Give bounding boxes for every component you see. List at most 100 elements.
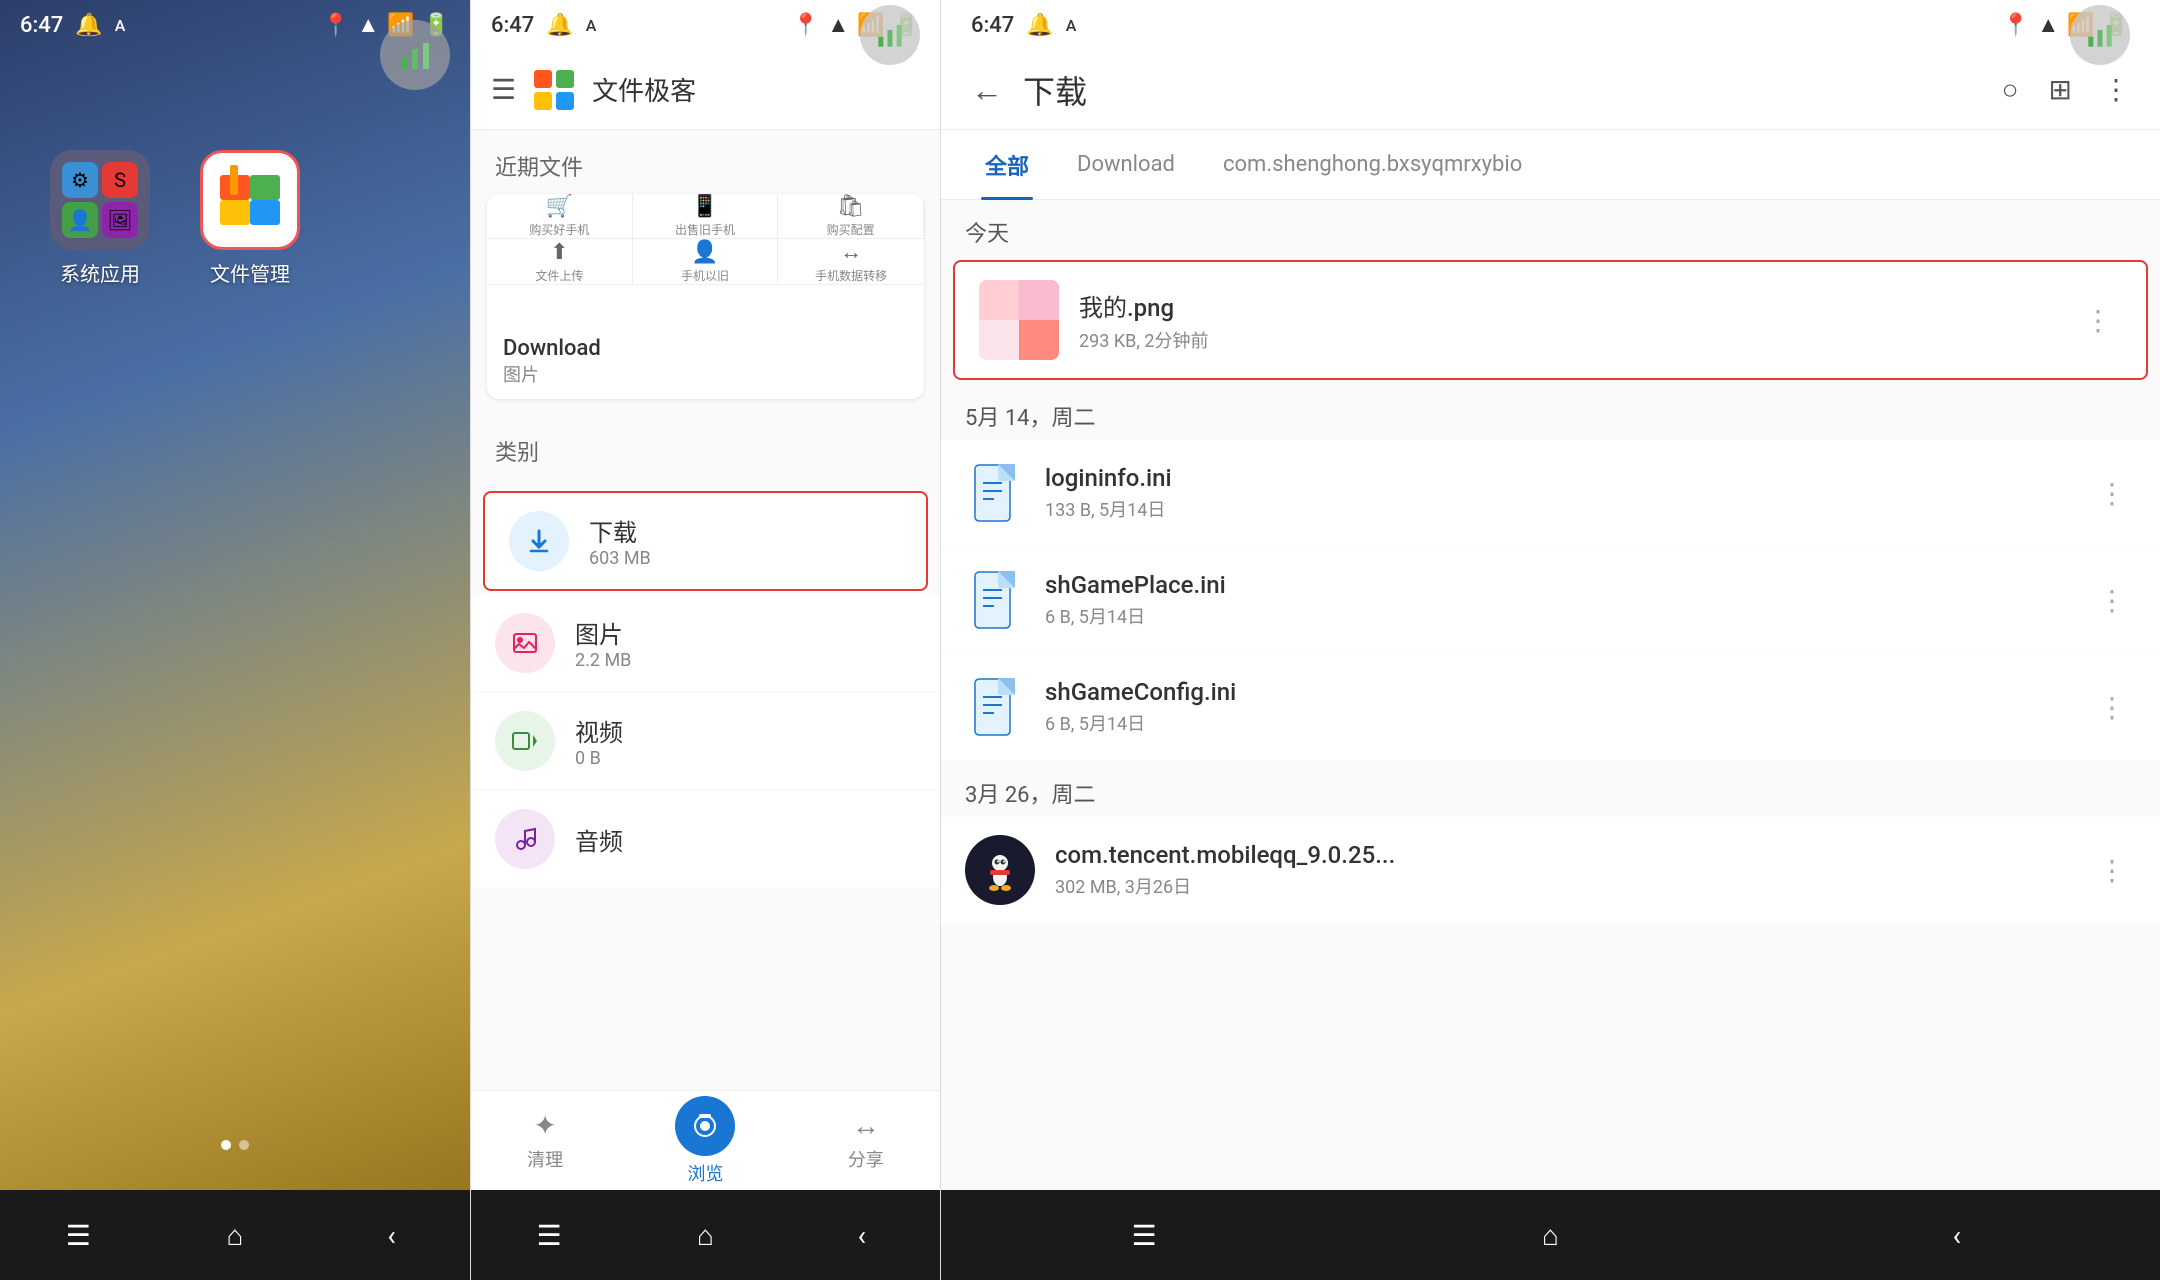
wode-more-icon[interactable]: ⋮ — [2074, 294, 2122, 347]
tencent-icon — [965, 835, 1035, 905]
tencent-info: com.tencent.mobileqq_9.0.25... 302 MB, 3… — [1055, 841, 2068, 899]
fm-bottom-nav: ✦ 清理 浏览 ↔ 分享 — [471, 1090, 940, 1190]
tencent-more-icon[interactable]: ⋮ — [2088, 844, 2136, 897]
fm-floating-button[interactable] — [860, 5, 920, 65]
wifi-icon: ▲ — [357, 12, 379, 38]
dl-floating-button[interactable] — [2070, 5, 2130, 65]
fm-content: 近期文件 🛒 购买好手机 📱 出售旧手机 🛍 购买配置 — [471, 130, 940, 1090]
image-icon — [495, 613, 555, 673]
logininfo-icon — [965, 458, 1025, 528]
dl-nav-menu[interactable]: ☰ — [1114, 1205, 1174, 1265]
dl-grid-icon[interactable]: ⊞ — [2049, 73, 2072, 106]
dl-nav-home[interactable]: ⌂ — [1520, 1205, 1580, 1265]
wode-info: 我的.png 293 KB, 2分钟前 — [1079, 288, 2054, 353]
download-info: 下载 603 MB — [589, 513, 902, 569]
status-time-group: 6:47 🔔 A — [20, 13, 125, 38]
recent-thumb: 🛒 购买好手机 📱 出售旧手机 🛍 购买配置 ⬆ 文件上传 — [487, 194, 924, 324]
file-logininfo[interactable]: logininfo.ini 133 B, 5月14日 ⋮ — [941, 440, 2160, 546]
file-tencent[interactable]: com.tencent.mobileqq_9.0.25... 302 MB, 3… — [941, 817, 2160, 923]
wode-meta: 293 KB, 2分钟前 — [1079, 327, 2054, 353]
fm-title: 文件极客 — [592, 71, 696, 108]
video-info: 视频 0 B — [575, 713, 916, 769]
share-icon: ↔ — [852, 1109, 880, 1142]
android-icon: A — [115, 16, 126, 35]
file-wode-png[interactable]: 我的.png 293 KB, 2分钟前 ⋮ — [953, 260, 2148, 380]
dl-more-icon[interactable]: ⋮ — [2102, 73, 2130, 106]
thumb-grid: 🛒 购买好手机 📱 出售旧手机 🛍 购买配置 ⬆ 文件上传 — [487, 194, 924, 259]
file-manager-icon-wrap[interactable] — [200, 150, 300, 250]
fm-nav-bar: ☰ ⌂ ‹ — [471, 1190, 940, 1280]
clean-icon: ✦ — [533, 1109, 556, 1142]
fm-stats-icon — [875, 20, 905, 50]
fm-nav-menu[interactable]: ☰ — [519, 1205, 579, 1265]
browse-icon — [691, 1112, 719, 1140]
dl-wifi-icon: ▲ — [2037, 12, 2059, 38]
system-apps-label: 系统应用 — [60, 258, 140, 287]
system-apps-item[interactable]: ⚙ S 👤 🖼 系统应用 — [40, 150, 160, 287]
system-apps-icon[interactable]: ⚙ S 👤 🖼 — [50, 150, 150, 250]
file-manager-label: 文件管理 — [210, 258, 290, 287]
dl-status-bar: 6:47 🔔 A 📍 ▲ 📶 🔋 — [941, 0, 2160, 50]
fm-nav-back[interactable]: ‹ — [832, 1205, 892, 1265]
wode-thumb — [979, 280, 1059, 360]
file-manager-item[interactable]: 文件管理 — [190, 150, 310, 287]
video-size: 0 B — [575, 748, 916, 769]
recent-section-title: 近期文件 — [471, 130, 940, 194]
sys-icon-user: 👤 — [62, 202, 98, 238]
nav-home-button[interactable]: ⌂ — [205, 1205, 265, 1265]
file-shgameconfig[interactable]: shGameConfig.ini 6 B, 5月14日 ⋮ — [941, 654, 2160, 760]
category-audio[interactable]: 音频 — [471, 791, 940, 887]
shgameconfig-meta: 6 B, 5月14日 — [1045, 710, 2068, 736]
dot-1 — [221, 1140, 231, 1150]
shgameplace-more-icon[interactable]: ⋮ — [2088, 574, 2136, 627]
thumb-cell-service: 👤 手机以旧 — [633, 239, 779, 285]
location-icon: 📍 — [322, 13, 349, 38]
fm-time: 6:47 — [491, 13, 534, 38]
page-indicator — [20, 1140, 450, 1150]
dl-android-icon: A — [1066, 16, 1077, 35]
shgameplace-icon — [965, 565, 1025, 635]
tab-download[interactable]: Download — [1053, 130, 1199, 200]
dl-nav-back[interactable]: ‹ — [1927, 1205, 1987, 1265]
recent-file-name: Download — [503, 336, 908, 361]
file-manager-logo-icon — [210, 160, 290, 240]
home-screen: 6:47 🔔 A 📍 ▲ 📶 🔋 ⚙ S — [0, 0, 470, 1280]
recent-file-card[interactable]: 🛒 购买好手机 📱 出售旧手机 🛍 购买配置 ⬆ 文件上传 — [487, 194, 924, 399]
nav-share[interactable]: ↔ 分享 — [848, 1109, 884, 1172]
logininfo-info: logininfo.ini 133 B, 5月14日 — [1045, 464, 2068, 522]
category-image[interactable]: 图片 2.2 MB — [471, 595, 940, 691]
dl-title: 下载 — [1023, 67, 1982, 113]
category-section: 下载 603 MB 图片 2.2 MB — [471, 479, 940, 897]
nav-browse[interactable]: 浏览 — [675, 1096, 735, 1186]
logininfo-name: logininfo.ini — [1045, 464, 2068, 492]
nav-back-button[interactable]: ‹ — [362, 1205, 422, 1265]
dl-search-icon[interactable]: ○ — [2002, 73, 2019, 106]
clean-label: 清理 — [527, 1146, 563, 1172]
fm-nav-home[interactable]: ⌂ — [675, 1205, 735, 1265]
browse-label: 浏览 — [687, 1160, 723, 1186]
dl-back-button[interactable]: ← — [971, 71, 1003, 109]
category-video[interactable]: 视频 0 B — [471, 693, 940, 789]
share-label: 分享 — [848, 1146, 884, 1172]
shgameplace-name: shGamePlace.ini — [1045, 571, 2068, 599]
shgameplace-info: shGamePlace.ini 6 B, 5月14日 — [1045, 571, 2068, 629]
file-manager-panel: 6:47 🔔 A 📍 ▲ 📶 🔋 ☰ — [470, 0, 940, 1280]
logininfo-more-icon[interactable]: ⋮ — [2088, 467, 2136, 520]
shgameconfig-more-icon[interactable]: ⋮ — [2088, 681, 2136, 734]
image-size: 2.2 MB — [575, 650, 916, 671]
nav-clean[interactable]: ✦ 清理 — [527, 1109, 563, 1172]
dl-header: ← 下载 ○ ⊞ ⋮ — [941, 50, 2160, 130]
fm-menu-icon[interactable]: ☰ — [491, 73, 516, 106]
fm-wifi-icon: ▲ — [827, 12, 849, 38]
download-icon — [509, 511, 569, 571]
dl-nav-bar: ☰ ⌂ ‹ — [941, 1190, 2160, 1280]
tab-all[interactable]: 全部 — [961, 130, 1053, 200]
category-download[interactable]: 下载 603 MB — [483, 491, 928, 591]
file-shgameplace[interactable]: shGamePlace.ini 6 B, 5月14日 ⋮ — [941, 547, 2160, 653]
thumb-cell-sell: 📱 出售旧手机 — [633, 194, 779, 239]
nav-menu-button[interactable]: ☰ — [48, 1205, 108, 1265]
may14-title: 5月 14，周二 — [941, 384, 2160, 440]
dl-stats-icon — [2085, 20, 2115, 50]
tab-shenghong[interactable]: com.shenghong.bxsyqmrxybio — [1199, 130, 1546, 200]
recent-file-sub: 图片 — [503, 361, 908, 387]
